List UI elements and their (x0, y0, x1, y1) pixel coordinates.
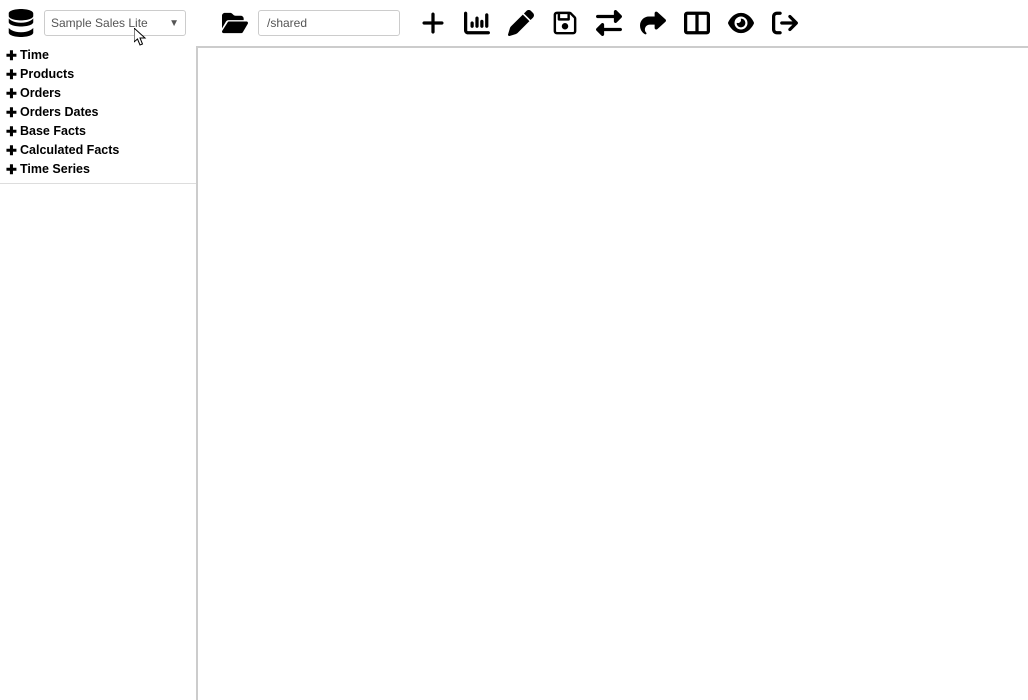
save-icon[interactable] (550, 8, 580, 38)
datasource-select-value: Sample Sales Lite (51, 16, 169, 30)
sign-out-icon[interactable] (770, 8, 800, 38)
plus-expand-icon[interactable]: ✚ (6, 123, 20, 140)
plus-expand-icon[interactable]: ✚ (6, 85, 20, 102)
columns-icon[interactable] (682, 8, 712, 38)
tree-item[interactable]: ✚ Orders Dates (0, 103, 196, 122)
database-icon[interactable] (6, 8, 36, 38)
toolbar: Sample Sales Lite ▼ (0, 0, 1028, 46)
tree-item-label: Orders (20, 85, 61, 102)
folder-open-icon[interactable] (220, 8, 250, 38)
swap-icon[interactable] (594, 8, 624, 38)
eye-icon[interactable] (726, 8, 756, 38)
toolbar-actions (418, 8, 800, 38)
tree-item-label: Base Facts (20, 123, 86, 140)
plus-expand-icon[interactable]: ✚ (6, 47, 20, 64)
plus-expand-icon[interactable]: ✚ (6, 142, 20, 159)
tree-item-label: Orders Dates (20, 104, 99, 121)
sidebar: ✚ Time ✚ Products ✚ Orders ✚ Orders Date… (0, 46, 197, 700)
main-area: ✚ Time ✚ Products ✚ Orders ✚ Orders Date… (0, 46, 1028, 700)
content-area (196, 46, 1028, 700)
plus-icon[interactable] (418, 8, 448, 38)
tree-item[interactable]: ✚ Time (0, 46, 196, 65)
tree-item-label: Products (20, 66, 74, 83)
datasource-select[interactable]: Sample Sales Lite ▼ (44, 10, 186, 36)
share-icon[interactable] (638, 8, 668, 38)
tree-item[interactable]: ✚ Base Facts (0, 122, 196, 141)
tree-item-label: Time (20, 47, 49, 64)
tree-item[interactable]: ✚ Calculated Facts (0, 141, 196, 160)
tree-item[interactable]: ✚ Orders (0, 84, 196, 103)
pencil-icon[interactable] (506, 8, 536, 38)
chevron-down-icon: ▼ (169, 18, 179, 29)
tree-item[interactable]: ✚ Products (0, 65, 196, 84)
bar-chart-icon[interactable] (462, 8, 492, 38)
plus-expand-icon[interactable]: ✚ (6, 161, 20, 178)
tree-item[interactable]: ✚ Time Series (0, 160, 196, 179)
plus-expand-icon[interactable]: ✚ (6, 104, 20, 121)
path-input[interactable] (258, 10, 400, 36)
plus-expand-icon[interactable]: ✚ (6, 66, 20, 83)
tree-item-label: Calculated Facts (20, 142, 119, 159)
tree-item-label: Time Series (20, 161, 90, 178)
